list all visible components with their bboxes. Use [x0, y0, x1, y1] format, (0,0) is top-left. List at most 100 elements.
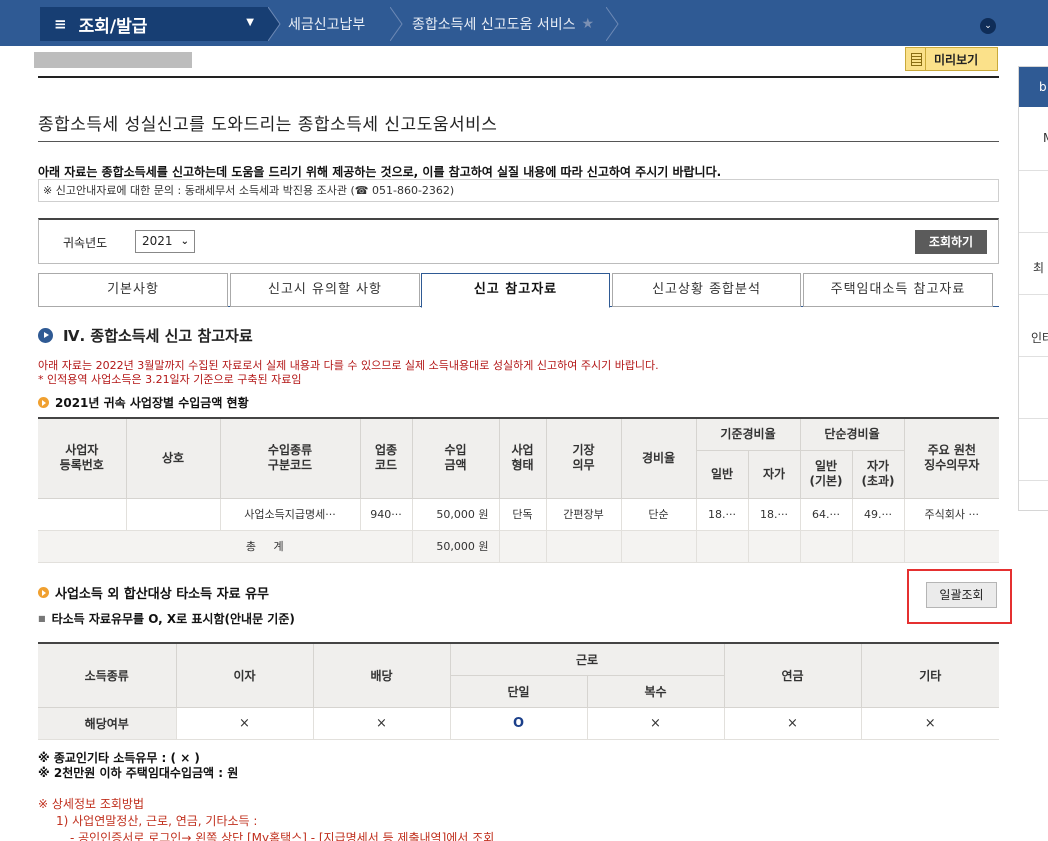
bullet-arrow-icon: [38, 587, 49, 598]
business-income-table: 사업자 등록번호 상호 수입종류 구분코드 업종 코드 수입 금액 사업 형태 …: [38, 417, 1000, 563]
tab-filing-reference[interactable]: 신고 참고자료: [421, 273, 610, 308]
cell-general[interactable]: 18.···: [695, 497, 749, 531]
header-labor-single: 단일: [450, 674, 588, 708]
other-income-title: 사업소득 외 합산대상 타소득 자료 유무: [38, 583, 269, 602]
breadcrumb-current-service[interactable]: 종합소득세 신고도움 서비스 ★: [412, 7, 594, 41]
intro-text: 아래 자료는 종합소득세를 신고하는데 도움을 드리기 위해 제공하는 것으로,…: [38, 165, 722, 179]
cell-pension: ×: [723, 706, 862, 740]
total-row: 총 계 50,000 원: [38, 529, 1000, 563]
right-panel-item[interactable]: [1019, 171, 1048, 233]
top-navigation-bar: ≡ 조회/발급 ▼ 세금신고납부 종합소득세 신고도움 서비스 ★ ⌄: [0, 0, 1048, 46]
header-income-kind: 소득종류: [38, 642, 177, 708]
search-button[interactable]: 조회하기: [915, 230, 987, 254]
right-panel-item[interactable]: 최: [1019, 233, 1048, 295]
bullet-arrow-icon: [38, 397, 49, 408]
preview-label: 미리보기: [934, 52, 979, 67]
cell-general-basic[interactable]: 64.···: [799, 497, 853, 531]
header-labor-multiple: 복수: [586, 674, 724, 708]
main-menu-label: 조회/발급: [78, 16, 148, 37]
header-other: 기타: [860, 642, 999, 708]
hamburger-icon: ≡: [54, 15, 67, 33]
header-payer: 주요 원천 징수의무자: [903, 417, 1000, 499]
rental-income-note: ※ 2천만원 이하 주택임대수입금액 : 원: [38, 766, 239, 780]
header-self-excess: 자가 (초과): [851, 449, 905, 499]
cell-labor-single[interactable]: O: [449, 706, 588, 740]
year-filter-box: 귀속년도 2021 ⌄ 조회하기: [38, 218, 999, 264]
page-title: 종합소득세 성실신고를 도와드리는 종합소득세 신고도움서비스: [38, 115, 498, 135]
right-panel-item[interactable]: M: [1019, 107, 1048, 171]
bulk-query-button[interactable]: 일괄조회: [926, 582, 997, 608]
star-icon[interactable]: ★: [581, 16, 594, 32]
header-reg-no: 사업자 등록번호: [38, 417, 127, 499]
header-general: 일반: [696, 449, 749, 499]
cell-rate: 단순: [620, 497, 697, 531]
tab-housing-rental[interactable]: 주택임대소득 참고자료: [803, 273, 993, 307]
right-panel-item[interactable]: [1019, 419, 1048, 481]
cell-payer[interactable]: 주식회사 ···: [903, 497, 1000, 531]
tab-filing-analysis[interactable]: 신고상황 종합분석: [612, 273, 801, 307]
redacted-bar: [34, 52, 192, 68]
document-icon: [906, 48, 926, 70]
cell-self[interactable]: 18.···: [747, 497, 801, 531]
data-notice-sub: * 인적용역 사업소득은 3.21일자 기준으로 구축된 자료임: [38, 373, 302, 386]
preview-button[interactable]: 미리보기: [905, 47, 998, 71]
breadcrumb-separator-icon: [389, 6, 404, 42]
subsection-title-text: 2021년 귀속 사업장별 수입금액 현황: [55, 396, 249, 410]
total-revenue: 50,000 원: [411, 529, 500, 563]
cell-bookkeeping: 간편장부: [545, 497, 622, 531]
breadcrumb-tax-filing[interactable]: 세금신고납부: [288, 7, 365, 41]
square-bullet-icon: ■: [38, 614, 46, 623]
header-revenue: 수입 금액: [411, 417, 500, 499]
cell-self-excess[interactable]: 49.···: [851, 497, 905, 531]
cell-name: [125, 497, 221, 531]
header-type-code: 수입종류 구분코드: [219, 417, 361, 499]
cell-interest: ×: [175, 706, 314, 740]
arrow-right-icon: [38, 328, 53, 343]
header-self: 자가: [747, 449, 801, 499]
other-income-subtitle: ■ 타소득 자료유무를 O, X로 표시함(안내문 기준): [38, 610, 295, 627]
year-label: 귀속년도: [63, 236, 108, 250]
other-income-title-text: 사업소득 외 합산대상 타소득 자료 유무: [55, 587, 269, 602]
section-title-text: Ⅳ. 종합소득세 신고 참고자료: [63, 327, 253, 345]
breadcrumb-separator-icon: [605, 6, 620, 42]
table-row: 해당여부 × × O × × ×: [38, 706, 999, 740]
main-menu-dropdown[interactable]: ≡ 조회/발급 ▼: [40, 7, 268, 41]
tab-basic-info[interactable]: 기본사항: [38, 273, 228, 307]
cell-other: ×: [860, 706, 999, 740]
header-name: 상호: [125, 417, 221, 499]
cell-type-code[interactable]: 사업소득지급명세···: [219, 497, 361, 531]
breadcrumb-current-label: 종합소득세 신고도움 서비스: [412, 17, 576, 33]
detail-line-1: 1) 사업연말정산, 근로, 연금, 기타소득 :: [56, 814, 258, 828]
right-panel-header: b: [1019, 67, 1048, 107]
contact-notice: ※ 신고안내자료에 대한 문의 : 동래세무서 소득세과 박진용 조사관 (☎ …: [38, 179, 999, 202]
header-dividend: 배당: [312, 642, 451, 708]
header-simple-rate: 단순경비율: [799, 417, 905, 451]
year-select[interactable]: 2021 ⌄: [135, 230, 195, 253]
cell-industry[interactable]: 940···: [359, 497, 413, 531]
tab-filing-notes[interactable]: 신고시 유의할 사항: [230, 273, 420, 307]
cell-biz-type: 단독: [498, 497, 547, 531]
other-income-subtitle-text: 타소득 자료유무를 O, X로 표시함(안내문 기준): [51, 612, 295, 626]
section-title: Ⅳ. 종합소득세 신고 참고자료: [38, 325, 253, 346]
total-label: 총 계: [38, 529, 413, 563]
header-interest: 이자: [175, 642, 314, 708]
detail-line-2: - 공인인증서로 로그인→ 왼쪽 상단 [My홈택스] - [지급명세서 등 제…: [70, 831, 495, 841]
header-general-basic: 일반 (기본): [799, 449, 853, 499]
subsection-title: 2021년 귀속 사업장별 수입금액 현황: [38, 394, 249, 411]
right-side-panel: b M 최 인터: [1018, 66, 1048, 511]
divider: [38, 141, 999, 142]
cell-dividend: ×: [312, 706, 451, 740]
header-industry-code: 업종 코드: [359, 417, 413, 499]
detail-title: ※ 상세정보 조회방법: [38, 797, 145, 811]
right-panel-item[interactable]: [1019, 357, 1048, 419]
other-income-table: 소득종류 이자 배당 근로 연금 기타 단일 복수 해당여부 × × O × ×…: [38, 642, 999, 740]
table-row: 사업소득지급명세··· 940··· 50,000 원 단독 간편장부 단순 1…: [38, 497, 1000, 531]
header-biz-type: 사업 형태: [498, 417, 547, 499]
cell-reg-no: [38, 497, 127, 531]
chevron-down-icon: ⌄: [180, 236, 189, 247]
chevron-down-icon[interactable]: ⌄: [980, 18, 996, 34]
breadcrumb-separator-icon: [267, 6, 282, 42]
right-panel-item[interactable]: 인터: [1019, 295, 1048, 357]
year-value: 2021: [142, 234, 173, 248]
caret-down-icon: ▼: [246, 17, 254, 28]
